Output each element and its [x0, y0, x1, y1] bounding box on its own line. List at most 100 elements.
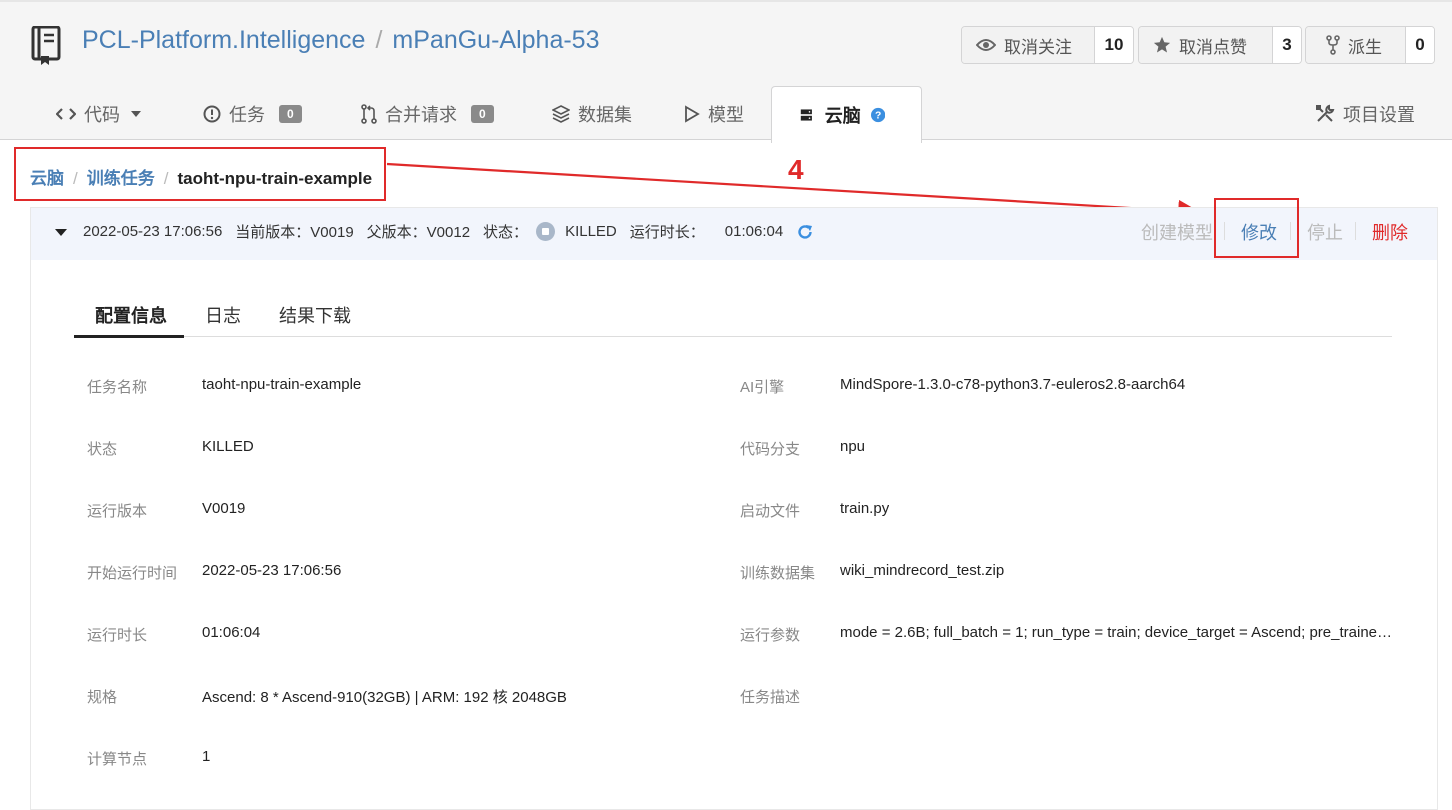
dataset-key: 训练数据集	[740, 565, 816, 582]
nodes-value: 1	[202, 748, 211, 765]
tab-settings-label: 项目设置	[1343, 105, 1415, 125]
spec-key: 规格	[87, 689, 118, 706]
repo-header: PCL-Platform.Intelligence / mPanGu-Alpha-5…	[0, 0, 1452, 143]
engine-value: MindSpore-1.3.0-c78-python3.7-euleros2.8…	[840, 376, 1186, 393]
create-model-button[interactable]: 创建模型	[1141, 219, 1213, 245]
status-value: KILLED	[565, 223, 617, 240]
tab-issues[interactable]: 任务 0	[203, 86, 302, 142]
task-name-value: taoht-npu-train-example	[202, 376, 362, 393]
parent-version: 父版本：V0012	[366, 224, 471, 241]
tab-datasets[interactable]: 数据集	[552, 86, 632, 142]
play-icon	[685, 105, 700, 123]
engine-key: AI引擎	[740, 379, 785, 396]
version-value: V0019	[202, 500, 246, 517]
tab-code[interactable]: 代码	[56, 86, 150, 142]
fork-icon	[1326, 35, 1340, 55]
dataset-value: wiki_mindrecord_test.zip	[840, 562, 1005, 579]
status-info-value: KILLED	[202, 438, 254, 455]
duration-key: 运行时长	[87, 627, 148, 644]
help-icon[interactable]: ?	[870, 106, 885, 124]
tab-pull-requests-label: 合并请求	[385, 105, 457, 125]
version-created-time: 2022-05-23 17:06:56	[83, 223, 223, 240]
repo-title-separator: /	[375, 26, 383, 54]
code-icon	[56, 108, 76, 120]
version-key: 运行版本	[87, 503, 148, 520]
boot-file-value: train.py	[840, 500, 890, 517]
tab-datasets-label: 数据集	[578, 105, 632, 125]
collapse-caret-icon[interactable]	[55, 229, 67, 236]
task-name-key: 任务名称	[87, 379, 148, 396]
fork-label: 派生	[1348, 37, 1382, 57]
tab-cloudbrain-label: 云脑	[824, 106, 861, 126]
description-key: 任务描述	[740, 689, 801, 706]
tab-models[interactable]: 模型	[684, 86, 744, 142]
tab-code-label: 代码	[84, 105, 120, 125]
branch-key: 代码分支	[740, 441, 801, 458]
breadcrumb-current: taoht-npu-train-example	[177, 169, 373, 188]
breadcrumb-cloudbrain-link[interactable]: 云脑	[30, 169, 64, 188]
pulls-count-badge: 0	[471, 105, 494, 123]
params-key: 运行参数	[740, 627, 801, 644]
duration-value: 01:06:04	[724, 223, 784, 240]
delete-button[interactable]: 删除	[1372, 219, 1408, 245]
tools-icon	[1316, 104, 1335, 122]
version-meta: 2022-05-23 17:06:56 当前版本：V0019 父版本：V0012…	[55, 208, 813, 255]
tab-settings[interactable]: 项目设置	[1315, 86, 1415, 142]
refresh-icon[interactable]	[797, 224, 813, 240]
duration-label: 运行时长：	[629, 224, 705, 241]
chevron-down-icon	[131, 111, 141, 117]
tab-result-download[interactable]: 结果下载	[279, 302, 351, 328]
spec-value: Ascend: 8 * Ascend-910(32GB) | ARM: 192 …	[202, 689, 567, 706]
repo-name-link[interactable]: mPanGu-Alpha-53	[392, 26, 599, 54]
fork-button[interactable]: 派生	[1306, 27, 1406, 63]
eye-icon	[976, 39, 996, 51]
tab-pull-requests[interactable]: 合并请求 0	[361, 86, 494, 142]
unstar-button[interactable]: 取消点赞	[1139, 27, 1273, 63]
edit-highlight-box	[1214, 198, 1299, 258]
unwatch-button-group: 取消关注 10	[961, 26, 1134, 64]
boot-file-key: 启动文件	[740, 503, 801, 520]
tab-issues-label: 任务	[229, 105, 265, 125]
star-icon	[1153, 36, 1171, 53]
nodes-key: 计算节点	[87, 751, 148, 768]
repo-title: PCL-Platform.Intelligence / mPanGu-Alpha-5…	[82, 26, 599, 55]
star-count[interactable]: 3	[1273, 27, 1301, 63]
tab-models-label: 模型	[708, 105, 744, 125]
unwatch-label: 取消关注	[1004, 37, 1072, 57]
tab-config-info[interactable]: 配置信息	[95, 302, 167, 328]
duration-info-value: 01:06:04	[202, 624, 261, 641]
repo-tabs: 代码 任务 0 合并请求 0 数据集 模型 云脑 ? 项目设置	[0, 86, 1452, 143]
breadcrumb: 云脑 / 训练任务 / taoht-npu-train-example	[30, 164, 372, 189]
breadcrumb-separator: /	[163, 169, 169, 188]
layers-icon	[552, 105, 570, 123]
unstar-label: 取消点赞	[1179, 37, 1247, 57]
tab-cloudbrain[interactable]: 云脑 ?	[771, 86, 922, 143]
start-time-value: 2022-05-23 17:06:56	[202, 562, 342, 579]
repo-book-icon	[31, 26, 61, 65]
unstar-button-group: 取消点赞 3	[1138, 26, 1302, 64]
stopped-status-icon	[536, 222, 556, 241]
tab-log[interactable]: 日志	[205, 302, 241, 328]
status-label: 状态：	[483, 224, 529, 241]
breadcrumb-training-link[interactable]: 训练任务	[87, 169, 155, 188]
pull-request-icon	[361, 104, 377, 124]
fork-button-group: 派生 0	[1305, 26, 1435, 64]
status-key: 状态	[87, 441, 118, 458]
start-time-key: 开始运行时间	[87, 565, 178, 582]
annotation-step-number: 4	[788, 154, 804, 185]
issues-count-badge: 0	[279, 105, 302, 123]
params-value: mode = 2.6B; full_batch = 1; run_type = …	[840, 624, 1400, 641]
unwatch-button[interactable]: 取消关注	[962, 27, 1095, 63]
branch-value: npu	[840, 438, 866, 455]
action-divider	[1355, 222, 1356, 240]
current-version: 当前版本：V0019	[235, 224, 354, 241]
inner-tabs-divider	[74, 336, 1392, 337]
server-icon	[800, 109, 812, 121]
repo-owner-link[interactable]: PCL-Platform.Intelligence	[82, 26, 365, 54]
svg-text:?: ?	[875, 111, 881, 122]
issue-icon	[203, 105, 221, 123]
stop-button[interactable]: 停止	[1307, 219, 1343, 245]
fork-count[interactable]: 0	[1406, 27, 1434, 63]
watch-count[interactable]: 10	[1095, 27, 1133, 63]
active-tab-underline	[74, 335, 184, 338]
